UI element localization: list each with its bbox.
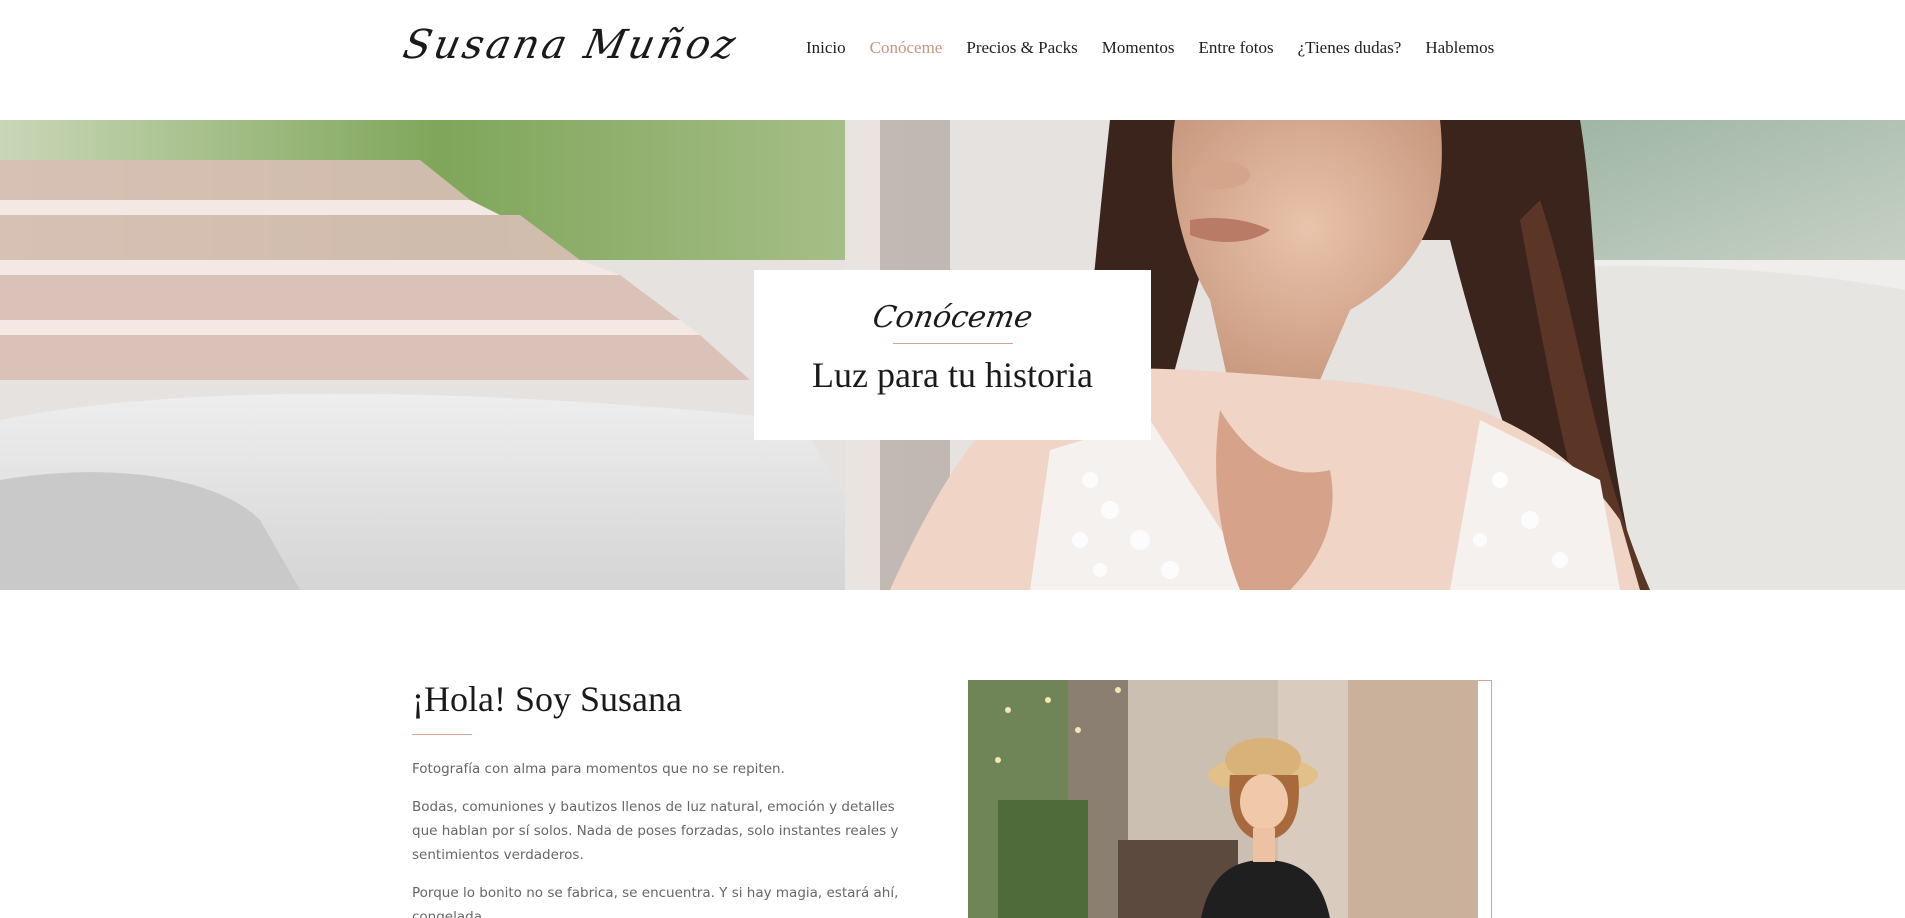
about-paragraph: Fotografía con alma para momentos que no… bbox=[412, 761, 785, 777]
hero-banner: Conóceme Luz para tu historia bbox=[0, 120, 1905, 590]
site-header: Susana Muñoz Inicio Conóceme Precios & P… bbox=[0, 0, 1905, 120]
portrait-illustration bbox=[968, 680, 1478, 918]
hero-script-label: Conóceme bbox=[869, 300, 1036, 335]
nav-item-conoceme[interactable]: Conóceme bbox=[870, 38, 943, 58]
main-nav: Inicio Conóceme Precios & Packs Momentos… bbox=[806, 38, 1518, 58]
portrait-photo bbox=[968, 680, 1478, 918]
nav-item-hablemos[interactable]: Hablemos bbox=[1425, 38, 1494, 58]
site-logo[interactable]: Susana Muñoz bbox=[399, 22, 742, 68]
hero-divider bbox=[892, 343, 1013, 344]
hero-title-card: Conóceme Luz para tu historia bbox=[754, 270, 1151, 440]
about-paragraph: Bodas, comuniones y bautizos llenos de l… bbox=[412, 799, 899, 863]
nav-item-precios-packs[interactable]: Precios & Packs bbox=[966, 38, 1077, 58]
nav-item-inicio[interactable]: Inicio bbox=[806, 38, 846, 58]
about-paragraph: Porque lo bonito no se fabrica, se encue… bbox=[412, 885, 899, 918]
nav-item-tienes-dudas[interactable]: ¿Tienes dudas? bbox=[1298, 38, 1402, 58]
about-heading: ¡Hola! Soy Susana bbox=[412, 679, 682, 719]
about-divider bbox=[412, 734, 472, 735]
hero-title: Luz para tu historia bbox=[812, 355, 1093, 395]
about-section: ¡Hola! Soy Susana Fotografía con alma pa… bbox=[412, 678, 922, 918]
nav-item-momentos[interactable]: Momentos bbox=[1102, 38, 1175, 58]
nav-item-entre-fotos[interactable]: Entre fotos bbox=[1199, 38, 1274, 58]
